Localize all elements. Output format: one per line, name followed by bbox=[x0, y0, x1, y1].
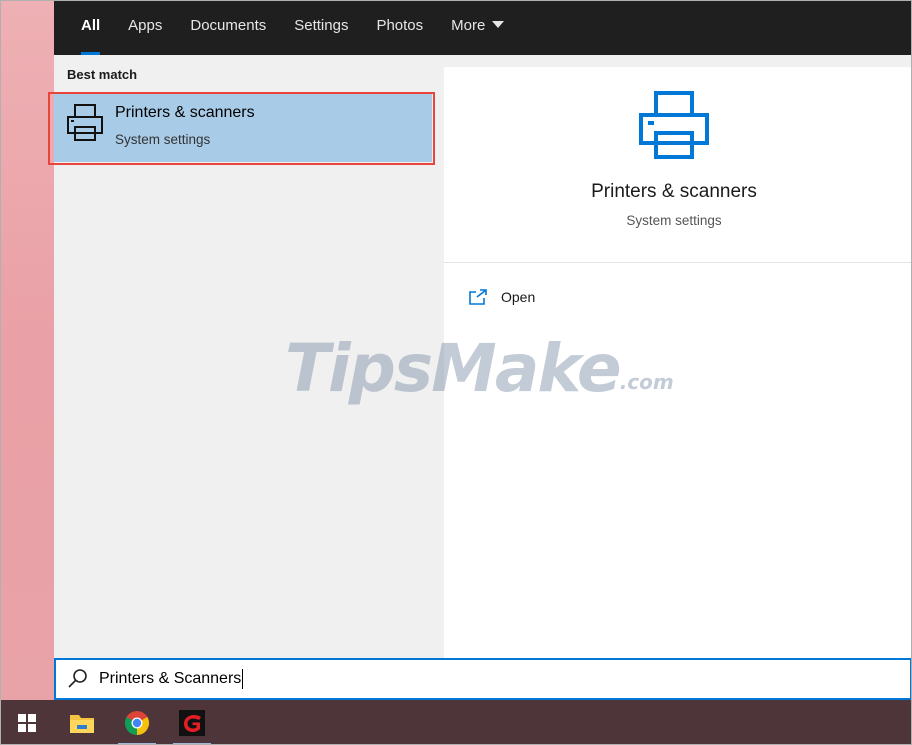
tab-all[interactable]: All bbox=[67, 0, 114, 55]
highlight-box bbox=[48, 92, 435, 165]
search-input[interactable]: Printers & Scanners bbox=[99, 670, 241, 688]
search-box[interactable]: Printers & Scanners bbox=[54, 658, 912, 700]
best-match-result[interactable]: Printers & scanners System settings bbox=[48, 92, 435, 165]
screen: All Apps Documents Settings Photos More … bbox=[0, 0, 912, 745]
preview-title: Printers & scanners bbox=[591, 181, 757, 202]
file-explorer-icon bbox=[70, 714, 94, 733]
tab-photos[interactable]: Photos bbox=[362, 0, 437, 55]
open-external-icon bbox=[469, 289, 487, 305]
start-button[interactable] bbox=[4, 700, 50, 745]
search-panel: All Apps Documents Settings Photos More … bbox=[48, 0, 912, 700]
best-match-subtitle: System settings bbox=[115, 132, 211, 147]
best-match-title: Printers & scanners bbox=[115, 104, 255, 121]
taskbar-garena[interactable] bbox=[169, 700, 215, 745]
open-action[interactable]: Open bbox=[468, 284, 535, 310]
section-heading-best-match: Best match bbox=[67, 67, 138, 82]
tab-more[interactable]: More bbox=[437, 0, 518, 55]
search-icon bbox=[68, 669, 87, 688]
taskbar-file-explorer[interactable] bbox=[59, 700, 105, 745]
desktop-background bbox=[0, 0, 54, 700]
preview-subtitle: System settings bbox=[626, 213, 722, 228]
tab-apps[interactable]: Apps bbox=[114, 0, 176, 55]
tab-settings[interactable]: Settings bbox=[280, 0, 362, 55]
taskbar bbox=[0, 700, 912, 745]
text-cursor bbox=[242, 669, 244, 689]
open-action-label: Open bbox=[501, 289, 536, 305]
printer-icon bbox=[639, 91, 709, 159]
taskbar-chrome[interactable] bbox=[114, 700, 160, 745]
tab-documents[interactable]: Documents bbox=[176, 0, 280, 55]
results-list: Best match Printers & scanners System se… bbox=[48, 55, 435, 658]
search-scope-tabs: All Apps Documents Settings Photos More bbox=[54, 0, 912, 55]
windows-start-icon bbox=[18, 713, 36, 732]
divider bbox=[444, 262, 912, 263]
printer-icon bbox=[67, 104, 103, 141]
chrome-icon bbox=[124, 710, 150, 735]
garena-icon bbox=[179, 709, 205, 736]
preview-pane: Printers & scanners System settings Open bbox=[444, 67, 912, 658]
chevron-down-icon bbox=[492, 21, 505, 28]
